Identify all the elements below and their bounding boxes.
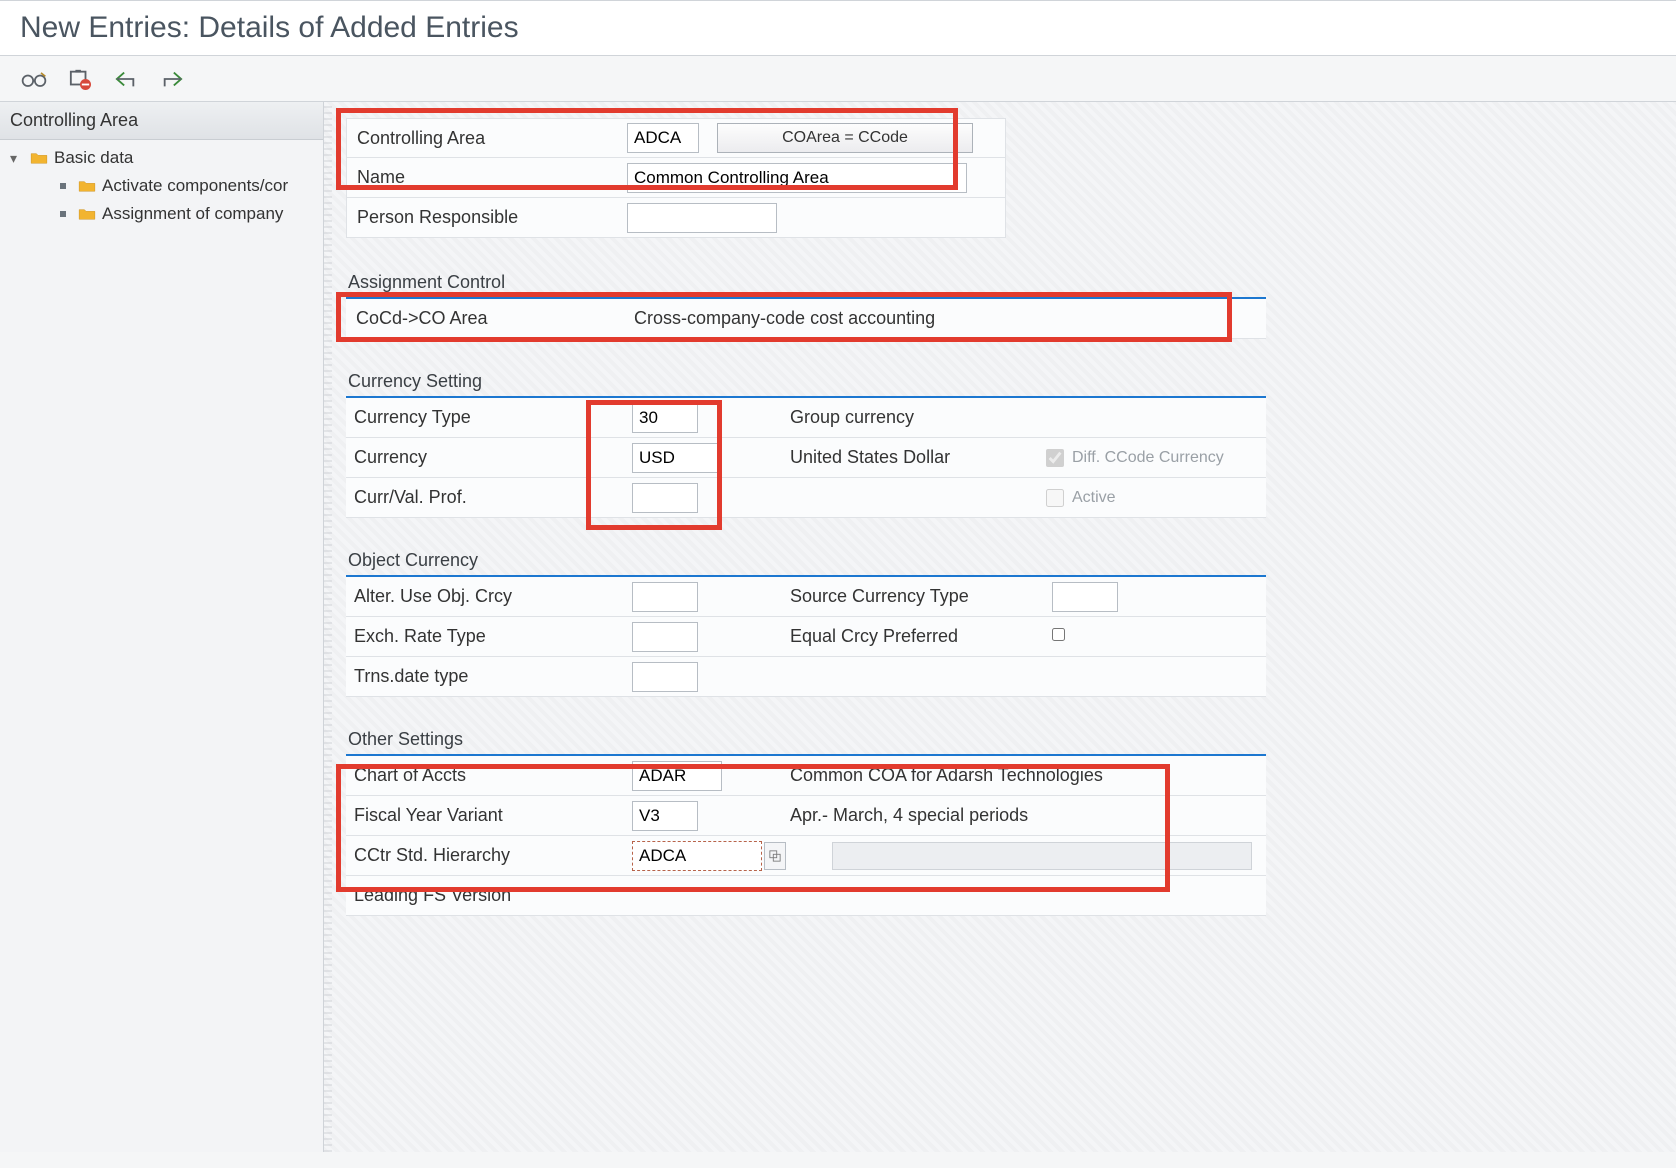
coarea-ccode-button[interactable]: COArea = CCode (717, 123, 973, 153)
row-chart-of-accts: Chart of Accts Common COA for Adarsh Tec… (346, 756, 1266, 796)
input-source-currency-type[interactable] (1052, 582, 1118, 612)
bullet-icon (60, 211, 66, 217)
label-diff-ccode: Diff. CCode Currency (1072, 449, 1224, 467)
tree-node-assignment-company[interactable]: Assignment of company (4, 200, 323, 228)
prev-entry-icon[interactable] (112, 66, 140, 92)
input-fiscal-year-variant[interactable] (632, 801, 698, 831)
splitter-handle[interactable] (324, 102, 332, 1152)
row-controlling-area: Controlling Area COArea = CCode (346, 118, 1006, 158)
row-cctr-std-hierarchy: CCtr Std. Hierarchy (346, 836, 1266, 876)
label-leading-fs-version: Leading FS Version (346, 885, 626, 906)
label-fiscal-year-variant: Fiscal Year Variant (346, 805, 626, 826)
chevron-down-icon[interactable]: ▾ (10, 150, 24, 167)
tree-node-label: Basic data (54, 148, 133, 168)
row-trns-date-type: Trns.date type (346, 657, 1266, 697)
checkbox-diff-ccode-currency: Diff. CCode Currency (1046, 449, 1346, 467)
input-currency[interactable] (632, 443, 722, 473)
group-assignment-control: Assignment Control CoCd->CO Area Cross-c… (346, 266, 1666, 339)
label-active: Active (1072, 489, 1116, 507)
group-title: Other Settings (346, 723, 1266, 756)
label-currency-type: Currency Type (346, 407, 626, 428)
label-alter-use-obj: Alter. Use Obj. Crcy (346, 586, 626, 607)
sidebar: Controlling Area ▾ Basic data Activate c… (0, 102, 324, 1152)
label-exch-rate-type: Exch. Rate Type (346, 626, 626, 647)
page-title: New Entries: Details of Added Entries (20, 11, 1656, 45)
glasses-icon[interactable] (20, 66, 48, 92)
value-help-icon[interactable] (764, 842, 786, 870)
tree-node-basic-data[interactable]: ▾ Basic data (4, 144, 323, 172)
tree-node-label: Assignment of company (102, 204, 283, 224)
checkbox-diff-ccode (1046, 449, 1064, 467)
sidebar-header: Controlling Area (0, 102, 323, 140)
main-content: Controlling Area COArea = CCode Name Per… (324, 102, 1676, 1152)
label-curr-val-prof: Curr/Val. Prof. (346, 487, 626, 508)
input-exch-rate-type[interactable] (632, 622, 698, 652)
row-curr-val-prof: Curr/Val. Prof. Active (346, 478, 1266, 518)
delete-icon[interactable] (66, 66, 94, 92)
label-cctr-std-hierarchy: CCtr Std. Hierarchy (346, 845, 626, 866)
input-chart-of-accts[interactable] (632, 761, 722, 791)
input-curr-val-prof[interactable] (632, 483, 698, 513)
input-person-responsible[interactable] (627, 203, 777, 233)
next-entry-icon[interactable] (158, 66, 186, 92)
toolbar (0, 56, 1676, 102)
group-title: Object Currency (346, 544, 1266, 577)
desc-chart-of-accts: Common COA for Adarsh Technologies (786, 765, 1266, 786)
checkbox-active-row: Active (1046, 489, 1346, 507)
label-name: Name (347, 167, 627, 188)
desc-fiscal-year-variant: Apr.- March, 4 special periods (786, 805, 1266, 826)
group-object-currency: Object Currency Alter. Use Obj. Crcy Sou… (346, 544, 1666, 697)
header-block: Controlling Area COArea = CCode Name Per… (346, 118, 1666, 238)
label-source-currency-type: Source Currency Type (786, 586, 1046, 607)
tree-node-label: Activate components/cor (102, 176, 288, 196)
input-alter-use-obj[interactable] (632, 582, 698, 612)
row-leading-fs-version: Leading FS Version (346, 876, 1266, 916)
checkbox-active (1046, 489, 1064, 507)
input-cctr-std-hierarchy[interactable] (632, 841, 762, 871)
checkbox-equal-crcy[interactable] (1052, 628, 1065, 641)
row-alter-use-obj: Alter. Use Obj. Crcy Source Currency Typ… (346, 577, 1266, 617)
nav-tree: ▾ Basic data Activate components/cor Ass… (0, 140, 323, 228)
desc-currency: United States Dollar (786, 447, 1046, 468)
label-person-responsible: Person Responsible (347, 207, 627, 228)
desc-cctr-std-hierarchy (832, 842, 1252, 870)
row-person-responsible: Person Responsible (346, 198, 1006, 238)
label-trns-date-type: Trns.date type (346, 666, 626, 687)
label-cocd-co-area: CoCd->CO Area (346, 308, 626, 329)
value-cocd-co-area[interactable]: Cross-company-code cost accounting (626, 308, 1266, 329)
group-title: Currency Setting (346, 365, 1266, 398)
input-controlling-area[interactable] (627, 123, 699, 153)
input-name[interactable] (627, 163, 967, 193)
desc-currency-type: Group currency (786, 407, 1046, 428)
label-currency: Currency (346, 447, 626, 468)
group-other-settings: Other Settings Chart of Accts Common COA… (346, 723, 1666, 916)
row-exch-rate-type: Exch. Rate Type Equal Crcy Preferred (346, 617, 1266, 657)
row-fiscal-year-variant: Fiscal Year Variant Apr.- March, 4 speci… (346, 796, 1266, 836)
label-equal-crcy-preferred: Equal Crcy Preferred (786, 626, 1046, 647)
bullet-icon (60, 183, 66, 189)
label-chart-of-accts: Chart of Accts (346, 765, 626, 786)
row-cocd-co-area: CoCd->CO Area Cross-company-code cost ac… (346, 299, 1266, 339)
group-title: Assignment Control (346, 266, 1266, 299)
input-trns-date-type[interactable] (632, 662, 698, 692)
row-name: Name (346, 158, 1006, 198)
label-controlling-area: Controlling Area (347, 128, 627, 149)
title-bar: New Entries: Details of Added Entries (0, 0, 1676, 56)
input-currency-type[interactable] (632, 403, 698, 433)
group-currency-setting: Currency Setting Currency Type Group cur… (346, 365, 1666, 518)
row-currency: Currency United States Dollar Diff. CCod… (346, 438, 1266, 478)
row-currency-type: Currency Type Group currency (346, 398, 1266, 438)
tree-node-activate-components[interactable]: Activate components/cor (4, 172, 323, 200)
